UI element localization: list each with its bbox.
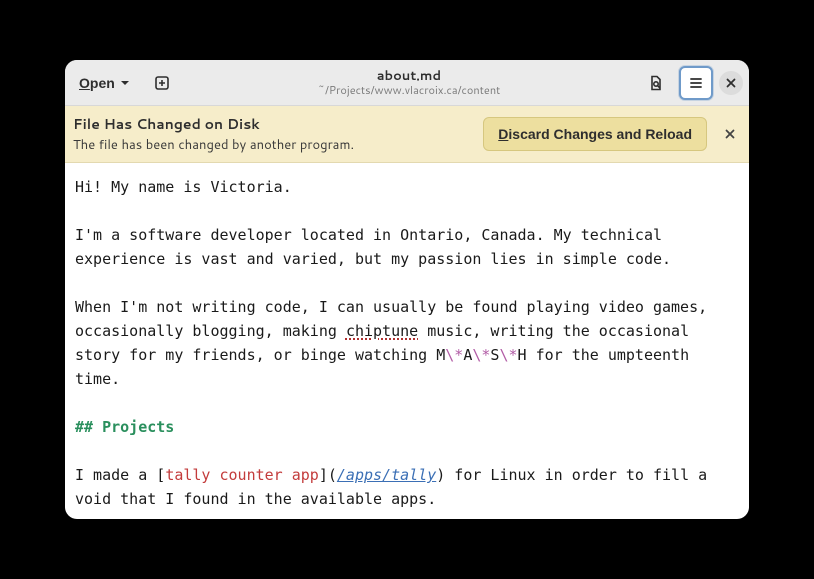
close-icon bbox=[726, 78, 736, 88]
escape-seq: \* bbox=[445, 346, 463, 364]
markdown-link-text: tally counter app bbox=[165, 466, 319, 484]
chevron-down-icon bbox=[119, 77, 131, 89]
markdown-heading: ## Projects bbox=[75, 418, 174, 436]
close-icon bbox=[725, 129, 735, 139]
new-tab-button[interactable] bbox=[145, 66, 179, 100]
infobar-text: File Has Changed on Disk The file has be… bbox=[73, 114, 473, 154]
file-changed-infobar: File Has Changed on Disk The file has be… bbox=[65, 106, 749, 163]
markdown-link-url: /apps/tally bbox=[337, 466, 436, 484]
text: Hi! My name is Victoria. bbox=[75, 178, 292, 196]
editor-window: Open about.md ~/Projects/www.vlacroix.ca… bbox=[65, 60, 749, 519]
text: ]( bbox=[319, 466, 337, 484]
text: I'm a software developer located in Onta… bbox=[75, 226, 671, 268]
text: I made a [ bbox=[75, 466, 165, 484]
headerbar: Open about.md ~/Projects/www.vlacroix.ca… bbox=[65, 60, 749, 106]
discard-reload-button[interactable]: Discard Changes and Reload bbox=[483, 117, 707, 151]
escape-seq: \* bbox=[499, 346, 517, 364]
headerbar-title-area: about.md ~/Projects/www.vlacroix.ca/cont… bbox=[179, 69, 639, 97]
spellcheck-underline: chiptune bbox=[346, 322, 418, 340]
text: A bbox=[463, 346, 472, 364]
find-button[interactable] bbox=[639, 66, 673, 100]
open-button[interactable]: Open bbox=[71, 66, 139, 100]
infobar-close-button[interactable] bbox=[717, 121, 743, 147]
search-file-icon bbox=[648, 75, 664, 91]
new-tab-icon bbox=[154, 75, 170, 91]
headerbar-right bbox=[639, 66, 743, 100]
infobar-message: The file has been changed by another pro… bbox=[73, 136, 473, 154]
infobar-title: File Has Changed on Disk bbox=[73, 114, 473, 134]
text-editor-area[interactable]: Hi! My name is Victoria. I'm a software … bbox=[65, 163, 749, 519]
escape-seq: \* bbox=[472, 346, 490, 364]
hamburger-menu-button[interactable] bbox=[679, 66, 713, 100]
hamburger-icon bbox=[688, 75, 704, 91]
window-close-button[interactable] bbox=[719, 71, 743, 95]
headerbar-left: Open bbox=[71, 66, 179, 100]
document-path: ~/Projects/www.vlacroix.ca/content bbox=[179, 84, 639, 97]
